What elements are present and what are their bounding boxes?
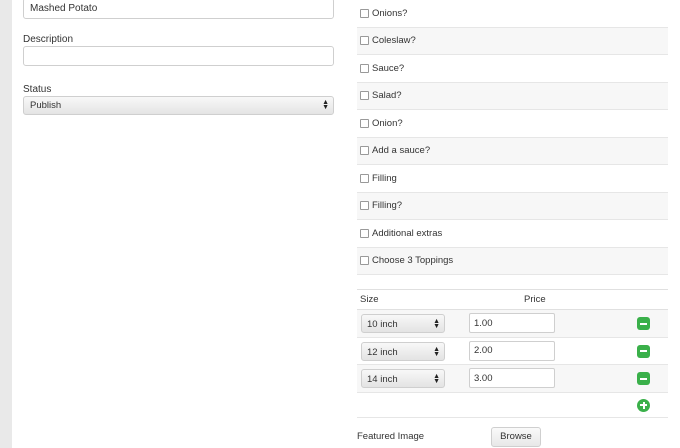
option-row[interactable]: Onions? [357, 0, 668, 28]
options-list: Onions? Coleslaw? Sauce? Salad? Onion? A… [357, 0, 668, 275]
option-label: Choose 3 Toppings [372, 255, 454, 267]
size-value: 10 inch [367, 319, 398, 330]
option-label: Salad? [372, 90, 402, 102]
select-arrows-icon: ▲ ▼ [433, 373, 440, 385]
select-arrows-icon: ▲ ▼ [433, 318, 440, 330]
size-select[interactable]: 10 inch ▲ ▼ [361, 314, 445, 333]
option-checkbox[interactable] [360, 91, 369, 101]
size-value: 14 inch [367, 374, 398, 385]
description-label: Description [23, 34, 74, 45]
option-row[interactable]: Additional extras [357, 220, 668, 248]
price-table-header: Size Price [357, 289, 668, 310]
featured-image-label: Featured Image [357, 431, 425, 442]
option-label: Onion? [372, 117, 403, 129]
option-label: Onions? [372, 7, 408, 19]
description-field[interactable] [23, 46, 334, 66]
price-header: Price [524, 294, 546, 305]
option-label: Coleslaw? [372, 35, 416, 47]
option-label: Filling? [372, 200, 403, 212]
size-select[interactable]: 14 inch ▲ ▼ [361, 369, 445, 388]
add-row-container [357, 392, 668, 418]
option-checkbox[interactable] [360, 36, 369, 46]
option-row[interactable]: Filling [357, 165, 668, 193]
option-label: Add a sauce? [372, 145, 431, 157]
option-row[interactable]: Add a sauce? [357, 137, 668, 165]
price-table: Size Price 10 inch ▲▼ 12 inch ▲▼ 14 inch… [357, 289, 668, 418]
name-field[interactable] [23, 0, 334, 19]
option-label: Additional extras [372, 227, 443, 239]
option-label: Sauce? [372, 62, 405, 74]
size-value: 12 inch [367, 346, 398, 358]
option-row[interactable]: Sauce? [357, 55, 668, 83]
option-checkbox[interactable] [360, 256, 369, 266]
option-checkbox[interactable] [360, 8, 369, 18]
price-input[interactable] [469, 313, 555, 333]
browse-button[interactable]: Browse [491, 427, 541, 447]
size-select[interactable]: 12 inch ▲ ▼ [361, 341, 445, 361]
price-input[interactable] [469, 340, 555, 361]
option-row[interactable]: Salad? [357, 82, 668, 110]
price-row: 12 inch ▲ ▼ [357, 338, 668, 365]
price-row: 14 inch ▲ ▼ [357, 365, 668, 393]
select-arrows-icon: ▲ ▼ [322, 99, 329, 111]
select-arrows-icon: ▲ ▼ [433, 345, 440, 358]
option-checkbox[interactable] [360, 201, 369, 211]
status-value: Publish [30, 100, 62, 111]
status-select[interactable]: Publish ▲ ▼ [23, 96, 334, 115]
option-checkbox[interactable] [360, 173, 369, 183]
option-label: Filling [372, 172, 397, 184]
option-row[interactable]: Choose 3 Toppings [357, 247, 668, 275]
remove-row-icon[interactable] [637, 317, 650, 330]
option-checkbox[interactable] [360, 146, 369, 156]
remove-row-icon[interactable] [637, 372, 650, 385]
option-row[interactable]: Coleslaw? [357, 27, 668, 55]
add-row-icon[interactable] [637, 398, 650, 412]
option-checkbox[interactable] [360, 63, 369, 73]
size-header: Size [360, 294, 379, 305]
option-checkbox[interactable] [360, 118, 369, 128]
option-row[interactable]: Onion? [357, 110, 668, 138]
price-row: 10 inch ▲ ▼ [357, 310, 668, 338]
option-row[interactable]: Filling? [357, 192, 668, 220]
status-label: Status [23, 84, 52, 95]
option-checkbox[interactable] [360, 228, 369, 238]
price-input[interactable] [469, 368, 555, 388]
remove-row-icon[interactable] [637, 344, 650, 358]
